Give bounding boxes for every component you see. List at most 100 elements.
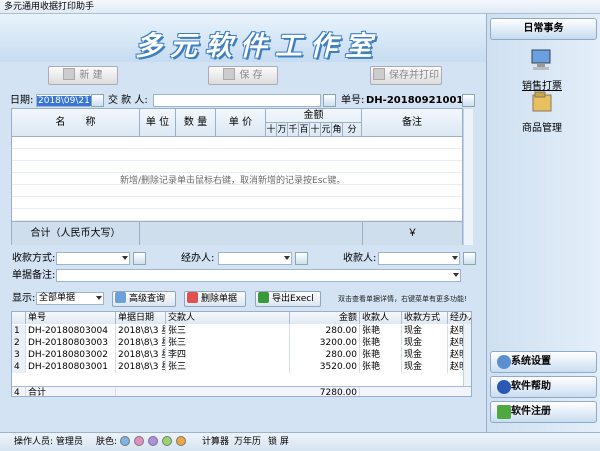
export-excel-button[interactable]: 导出Execl (255, 291, 321, 307)
doc-list[interactable]: 单号 单据日期 交款人 金额 收款人 收款方式 经办人 1DH-20180803… (11, 311, 472, 397)
show-label: 显示: (12, 293, 36, 304)
cell-date: 2018\8\3 星 (118, 337, 166, 349)
table-row[interactable]: 4 DH-20180803001 2018\8\3 星张三 3520.00 张艳 现金 赵明 (12, 361, 468, 373)
cell-receiver: 张艳 (360, 325, 402, 337)
gear-icon (497, 355, 511, 369)
items-grid[interactable]: 名 称 单 位 数 量 单 价 金额 十 万 千 百 十 元 角 分 备注 新增… (11, 108, 463, 245)
status-bar: 操作人员: 管理员 肤色: 计算器 万年历 锁 屏 (0, 432, 600, 451)
save-print-button[interactable]: 保存并打印 (370, 66, 442, 85)
skin-colors (118, 433, 188, 451)
box-icon (532, 91, 552, 112)
banner: 多元软件工作室 (0, 14, 486, 62)
digit-8: 分 (343, 123, 362, 137)
date-field[interactable]: 2018\09\21 (36, 94, 91, 107)
cell-amount: 3200.00 (290, 337, 360, 349)
skin-label: 肤色: (96, 437, 118, 447)
cell-payer: 张三 (166, 325, 290, 337)
date-label: 日期: (10, 95, 34, 106)
total-label: 合计（人民币大写） (12, 222, 140, 245)
delete-doc-button[interactable]: 删除单据 (184, 291, 246, 307)
cell-idx: 2 (12, 337, 26, 349)
calculator-button[interactable]: 计算器 (202, 433, 229, 451)
digit-6: 元 (321, 123, 332, 137)
register-button[interactable]: 软件注册 (490, 401, 597, 423)
method-select[interactable] (56, 252, 130, 265)
new-button[interactable]: 新 建 (48, 66, 118, 85)
method-edit-icon[interactable] (133, 252, 146, 265)
print-icon (373, 68, 385, 80)
col-doc-date: 单据日期 (116, 312, 166, 324)
filter-select[interactable]: 全部单据 (36, 292, 104, 305)
doc-no-icon[interactable] (462, 94, 475, 107)
col-receiver: 收款人 (360, 312, 402, 324)
lock-screen-button[interactable]: 锁 屏 (268, 433, 289, 451)
date-value: 2018\09\21 (37, 96, 91, 106)
total-symbol: ￥ (362, 222, 462, 245)
skin-color-option[interactable] (176, 436, 186, 446)
receiver-label: 收款人: (343, 253, 377, 264)
cell-receiver: 张艳 (360, 361, 402, 373)
delete-icon (187, 292, 198, 303)
remark-select[interactable] (56, 269, 461, 282)
operator-text: 操作人员: 管理员 (14, 437, 83, 447)
receiver-edit-icon[interactable] (463, 252, 476, 265)
help-button[interactable]: 软件帮助 (490, 376, 597, 398)
sidebar-item-goods[interactable]: 商品管理 (497, 90, 587, 134)
register-icon (497, 405, 511, 419)
payer-input[interactable] (153, 94, 321, 107)
table-row[interactable]: 1 DH-20180803004 2018\8\3 星张三 280.00 张艳 现金 赵明 (12, 325, 468, 337)
cell-payer: 张三 (166, 337, 290, 349)
skin-color-option[interactable] (162, 436, 172, 446)
cell-amount: 280.00 (290, 349, 360, 361)
cell-no: DH-20180803004 (26, 325, 116, 337)
col-amount: 金额 (290, 312, 360, 324)
cell-idx: 4 (12, 361, 26, 373)
handler-select[interactable] (218, 252, 292, 265)
sidebar-header[interactable]: 日常事务 (490, 18, 597, 40)
digit-5: 十 (310, 123, 321, 137)
banner-title: 多元软件工作室 (135, 31, 380, 62)
receiver-select[interactable] (378, 252, 460, 265)
new-doc-icon (63, 68, 76, 80)
skin-color-option[interactable] (148, 436, 158, 446)
window-title: 多元通用收据打印助手 (0, 0, 600, 14)
col-remark: 备注 (402, 117, 422, 128)
col-doc-no: 单号 (26, 312, 116, 324)
digit-4: 百 (299, 123, 310, 137)
items-grid-scrollbar[interactable] (463, 109, 473, 245)
toolbar: 新 建 保 存 保存并打印 (8, 64, 482, 88)
cell-amount: 280.00 (290, 325, 360, 337)
col-handler: 经办人 (448, 312, 471, 324)
col-name: 名 称 (12, 109, 140, 137)
save-button[interactable]: 保 存 (208, 66, 278, 85)
doc-no-label: 单号: (341, 95, 365, 106)
col-amount: 金额 (266, 109, 362, 123)
chevron-down-icon (96, 296, 102, 300)
skin-color-option[interactable] (134, 436, 144, 446)
skin-color-option[interactable] (120, 436, 130, 446)
sidebar-item-sales-ticket[interactable]: 销售打票 (497, 48, 587, 92)
cell-method: 现金 (402, 361, 448, 373)
sidebar: 日常事务 销售打票 商品管理 系统设置 软件帮助 软件注册 (486, 14, 600, 432)
cell-idx: 1 (12, 325, 26, 337)
digit-7: 角 (332, 123, 343, 137)
cell-date: 2018\8\3 星 (118, 361, 166, 373)
advanced-query-button[interactable]: 高级查询 (112, 291, 176, 307)
chevron-down-icon (452, 256, 458, 260)
grid-hint: 新增/删除记录单击鼠标右键，取消新增的记录按Esc键。 (120, 176, 346, 186)
digit-2: 万 (277, 123, 288, 137)
total-row: 合计（人民币大写） ￥ (12, 221, 462, 245)
date-picker-icon[interactable] (91, 94, 104, 107)
settings-button[interactable]: 系统设置 (490, 351, 597, 373)
handler-label: 经办人: (181, 253, 215, 264)
cell-method: 现金 (402, 325, 448, 337)
handler-edit-icon[interactable] (295, 252, 308, 265)
chevron-down-icon (122, 256, 128, 260)
table-row[interactable]: 3 DH-20180803002 2018\8\3 星李四 280.00 张艳 现金 赵明 (12, 349, 468, 361)
doc-list-scrollbar[interactable] (463, 324, 471, 386)
cell-amount: 3520.00 (290, 361, 360, 373)
save-icon (223, 68, 236, 80)
calendar-button[interactable]: 万年历 (234, 433, 261, 451)
payer-picker-icon[interactable] (323, 94, 336, 107)
table-row[interactable]: 2 DH-20180803003 2018\8\3 星张三 3200.00 张艳 现金 赵明 (12, 337, 468, 349)
